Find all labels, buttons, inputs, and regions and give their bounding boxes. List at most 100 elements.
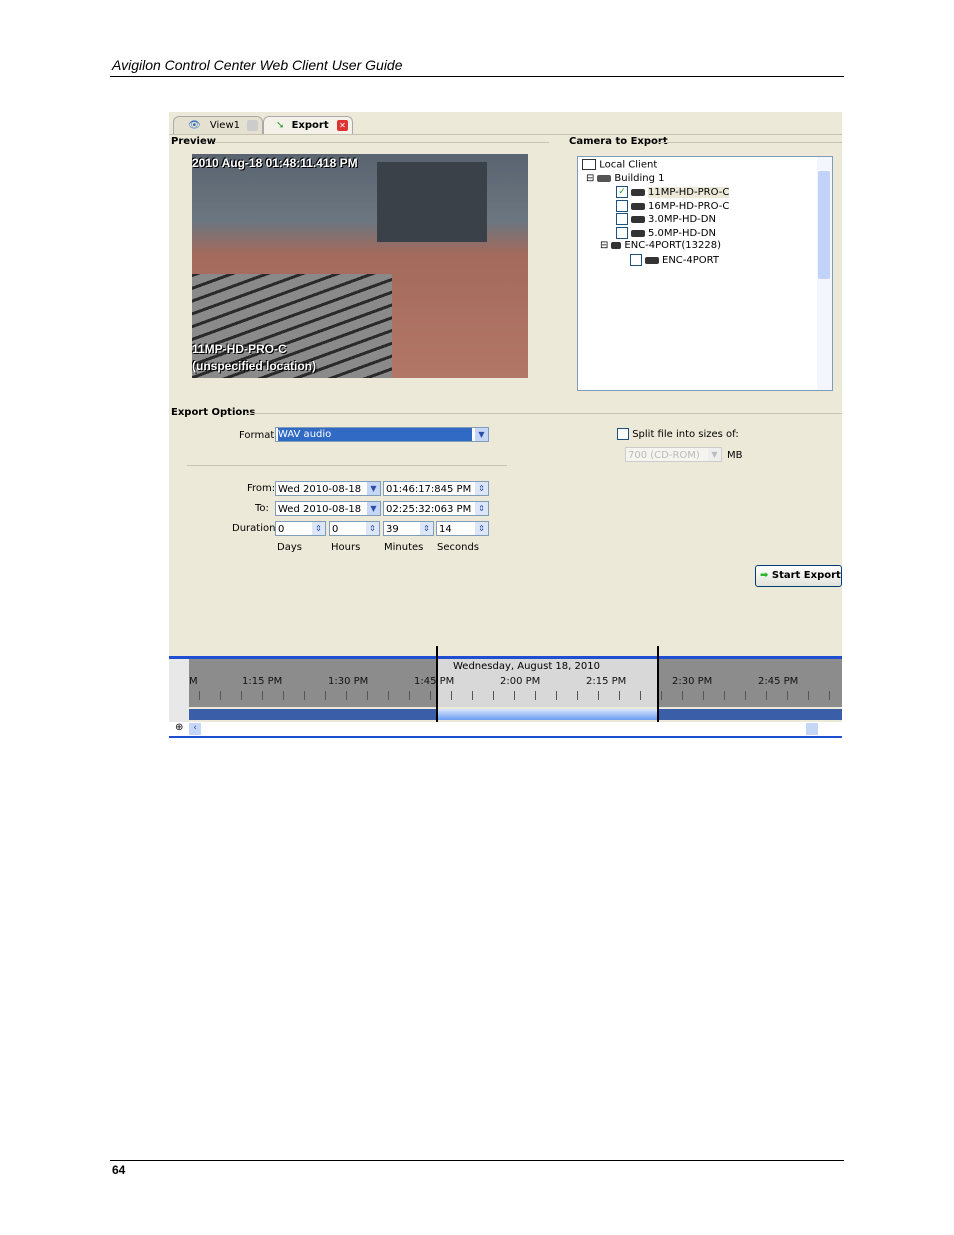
monitor-icon — [582, 159, 596, 170]
chevron-down-icon[interactable]: ▼ — [475, 428, 488, 441]
split-size-dropdown[interactable]: 700 (CD-ROM) ▼ — [625, 447, 722, 462]
camera-preview[interactable]: 2010 Aug-18 01:48:11.418 PM 11MP-HD-PRO-… — [192, 154, 528, 378]
format-label: Format: — [239, 430, 278, 441]
to-date-picker[interactable]: Wed 2010-08-18 ▼ — [275, 501, 381, 516]
selected-recording — [437, 709, 659, 720]
from-date-picker[interactable]: Wed 2010-08-18 ▼ — [275, 481, 381, 496]
tick-label: 1:15 PM — [242, 676, 283, 687]
checkbox[interactable]: ✓ — [616, 186, 628, 198]
split-unit: MB — [727, 450, 743, 461]
tick-label: 2:30 PM — [672, 676, 713, 687]
spinner-icon[interactable]: ⇕ — [475, 522, 488, 535]
duration-days[interactable]: 0 ⇕ — [275, 521, 326, 536]
chevron-down-icon[interactable]: ▼ — [367, 502, 380, 515]
tick-mark — [598, 691, 599, 700]
tick-label: 1:45 PM — [414, 676, 455, 687]
from-time: 01:46:17:845 PM — [386, 484, 472, 495]
split-label: Split file into sizes of: — [632, 429, 739, 440]
preview-camera-name: 11MP-HD-PRO-C — [192, 342, 287, 356]
timeline-scroll — [169, 722, 842, 736]
tick-mark — [199, 691, 200, 700]
spinner-icon[interactable]: ⇕ — [366, 522, 379, 535]
tick-mark — [808, 691, 809, 700]
tick-label: 2:15 PM — [586, 676, 627, 687]
from-time-spinner[interactable]: 01:46:17:845 PM ⇕ — [383, 481, 489, 496]
tree-root[interactable]: Local Client — [582, 159, 657, 171]
to-time-spinner[interactable]: 02:25:32:063 PM ⇕ — [383, 501, 489, 516]
encoder-icon — [611, 241, 622, 249]
tick-mark — [430, 691, 431, 700]
spinner-icon[interactable]: ⇕ — [420, 522, 433, 535]
value: 39 — [386, 524, 399, 535]
unit-label: Minutes — [384, 542, 424, 553]
end-marker[interactable] — [657, 646, 659, 722]
tick-mark — [220, 691, 221, 700]
checkbox[interactable] — [616, 227, 628, 239]
tree-label: ENC-4PORT(13228) — [624, 240, 721, 251]
tab-label: View1 — [209, 120, 240, 131]
camera-tree: Local Client ⊟ Building 1 ✓ 11MP-HD-PRO-C … — [577, 156, 833, 391]
scroll-left-button[interactable]: ‹ — [189, 723, 201, 735]
checkbox[interactable] — [617, 428, 629, 440]
from-label: From: — [247, 483, 276, 494]
duration-seconds[interactable]: 14 ⇕ — [436, 521, 489, 536]
split-file-option[interactable]: Split file into sizes of: — [617, 428, 739, 440]
tick-mark — [367, 691, 368, 700]
tree-label: 3.0MP-HD-DN — [648, 214, 716, 225]
tree-camera[interactable]: ENC-4PORT — [630, 254, 719, 266]
tab-export[interactable]: ➘ Export ✕ — [263, 116, 353, 135]
tick-label: 2:00 PM — [500, 676, 541, 687]
tick-mark — [640, 691, 641, 700]
camera-icon — [645, 256, 659, 264]
tree-camera[interactable]: 3.0MP-HD-DN — [616, 213, 716, 225]
export-arrow-icon: ➘ — [276, 120, 285, 131]
button-label: Start Export — [771, 570, 841, 581]
spinner-icon[interactable]: ⇕ — [312, 522, 325, 535]
tick-mark — [262, 691, 263, 700]
checkbox[interactable] — [616, 200, 628, 212]
header-rule — [110, 76, 844, 77]
scrollbar[interactable] — [817, 157, 832, 390]
tab-divider — [169, 134, 842, 135]
close-icon[interactable] — [247, 120, 258, 131]
format-dropdown[interactable]: WAV audio ▼ — [275, 427, 489, 442]
tick-mark — [577, 691, 578, 700]
group-line — [246, 413, 842, 414]
start-marker[interactable] — [436, 646, 438, 722]
tick-mark — [766, 691, 767, 700]
tree-camera[interactable]: 5.0MP-HD-DN — [616, 227, 716, 239]
duration-minutes[interactable]: 39 ⇕ — [383, 521, 434, 536]
value: 14 — [439, 524, 452, 535]
tick-mark — [388, 691, 389, 700]
tick-mark — [619, 691, 620, 700]
tree-label: 16MP-HD-PRO-C — [648, 201, 730, 212]
to-date: Wed 2010-08-18 — [278, 504, 362, 515]
spinner-icon[interactable]: ⇕ — [475, 502, 488, 515]
scrollbar-thumb[interactable] — [818, 171, 830, 279]
tick-label: 2:45 PM — [758, 676, 799, 687]
tick-mark — [472, 691, 473, 700]
scroll-thumb[interactable] — [806, 723, 818, 735]
checkbox[interactable] — [616, 213, 628, 225]
duration-hours[interactable]: 0 ⇕ — [329, 521, 380, 536]
tick-mark — [829, 691, 830, 700]
group-line — [657, 142, 842, 143]
tick-mark — [556, 691, 557, 700]
tick-mark — [661, 691, 662, 700]
from-date: Wed 2010-08-18 — [278, 484, 362, 495]
close-icon[interactable]: ✕ — [337, 120, 348, 131]
tree-encoder[interactable]: ⊟ ENC-4PORT(13228) — [600, 240, 721, 251]
spinner-icon[interactable]: ⇕ — [475, 482, 488, 495]
tab-view1[interactable]: 👁 View1 — [173, 116, 263, 135]
start-export-button[interactable]: ➡ Start Export — [755, 565, 842, 587]
tick-mark — [283, 691, 284, 700]
checkbox[interactable] — [630, 254, 642, 266]
tree-site[interactable]: ⊟ Building 1 — [586, 173, 665, 184]
preview-timestamp: 2010 Aug-18 01:48:11.418 PM — [192, 156, 358, 170]
timeline[interactable]: Wednesday, August 18, 2010 M 1:15 PM 1:30 … — [169, 646, 842, 738]
tree-camera[interactable]: 16MP-HD-PRO-C — [616, 200, 729, 212]
value: 0 — [278, 524, 285, 535]
chevron-down-icon[interactable]: ▼ — [367, 482, 380, 495]
zoom-in-icon[interactable]: ⊕ — [175, 722, 183, 733]
tree-camera[interactable]: ✓ 11MP-HD-PRO-C — [616, 186, 730, 198]
